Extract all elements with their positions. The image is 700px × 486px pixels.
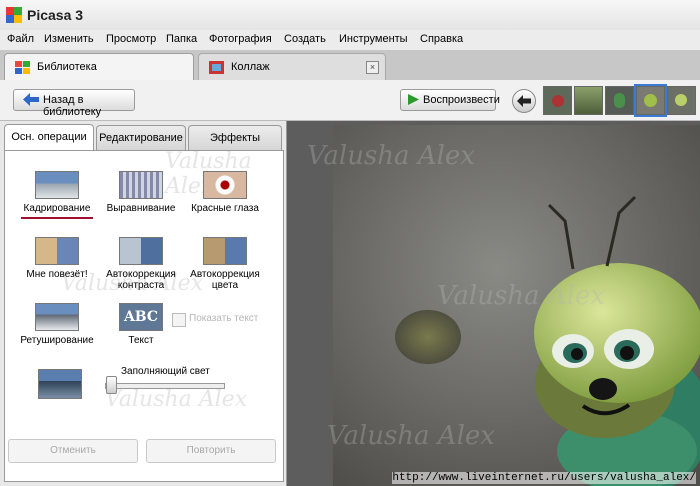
undo-button[interactable]: Отменить — [8, 439, 138, 463]
view-tabs: Библиотека Коллаж × — [0, 50, 700, 81]
menu-view[interactable]: Просмотр — [106, 33, 156, 45]
tab-library[interactable]: Библиотека — [4, 53, 194, 81]
tab-library-label: Библиотека — [37, 61, 97, 73]
straighten-tool[interactable]: Выравнивание — [99, 171, 183, 214]
menu-edit[interactable]: Изменить — [44, 33, 94, 45]
filmstrip-thumbnail[interactable] — [605, 86, 634, 115]
menu-folder[interactable]: Папка — [166, 33, 197, 45]
photo-view[interactable]: Valusha Alex Valusha Alex Valusha Alex h… — [287, 121, 700, 486]
redo-button[interactable]: Повторить — [146, 439, 276, 463]
autocontrast-label: Автокоррекция контраста — [106, 269, 176, 291]
fill-light-slider-thumb[interactable] — [106, 376, 117, 394]
edit-panel: Осн. операции Редактирование Эффекты Val… — [0, 121, 287, 486]
menu-file[interactable]: Файл — [7, 33, 34, 45]
autocolor-label: Автокоррекция цвета — [190, 269, 260, 291]
arrow-left-icon — [517, 95, 531, 107]
lucky-tool[interactable]: Мне повезёт! — [15, 237, 99, 280]
figure-icon — [675, 94, 687, 106]
retouch-label: Ретуширование — [20, 335, 94, 346]
straighten-label: Выравнивание — [106, 203, 176, 214]
previous-photo-button[interactable] — [512, 89, 536, 113]
close-icon[interactable]: × — [366, 61, 379, 74]
library-icon — [15, 61, 30, 74]
lucky-icon — [35, 237, 79, 265]
fill-light-label: Заполняющий свет — [121, 366, 210, 377]
text-label: Текст — [128, 335, 154, 346]
window-title: Picasa 3 — [27, 7, 84, 23]
back-to-library-label: Назад в библиотеку — [43, 94, 102, 118]
tab-tuning[interactable]: Редактирование — [96, 125, 186, 150]
watermark: Valusha Alex — [307, 141, 475, 171]
basic-fixes-body: Valusha Alex Valusha Alex Valusha Alex К… — [4, 149, 284, 482]
show-text-label: Показать текст — [189, 313, 259, 324]
menu-photo[interactable]: Фотография — [209, 33, 272, 45]
menu-bar: Файл Изменить Просмотр Папка Фотография … — [0, 30, 700, 51]
play-button[interactable]: Воспроизвести — [400, 89, 500, 111]
back-to-library-button[interactable]: Назад в библиотеку — [13, 89, 135, 118]
selected-underline — [21, 217, 93, 219]
tab-collage[interactable]: Коллаж × — [198, 53, 386, 81]
autocontrast-tool[interactable]: Автокоррекция контраста — [99, 237, 183, 291]
figure-icon — [614, 93, 625, 108]
picasa-logo-icon — [6, 7, 22, 23]
filmstrip-thumbnail[interactable] — [667, 86, 696, 115]
arrow-left-icon — [23, 93, 39, 106]
title-bar: Picasa 3 — [0, 0, 700, 31]
tab-effects[interactable]: Эффекты — [188, 125, 282, 150]
autocontrast-icon — [119, 237, 163, 265]
text-icon: ABC — [119, 303, 163, 331]
text-tool[interactable]: ABC Текст — [99, 303, 183, 346]
fill-light-slider-track[interactable] — [105, 383, 225, 389]
filmstrip-thumbnail[interactable] — [574, 86, 603, 115]
autocolor-icon — [203, 237, 247, 265]
redeye-label: Красные глаза — [191, 203, 259, 214]
crop-label: Кадрирование — [23, 203, 91, 214]
menu-help[interactable]: Справка — [420, 33, 463, 45]
figure-icon — [644, 94, 657, 107]
straighten-icon — [119, 171, 163, 199]
fill-light-icon — [38, 369, 82, 399]
retouch-icon — [35, 303, 79, 331]
filmstrip-thumbnail[interactable] — [543, 86, 572, 115]
red-eye-icon — [203, 171, 247, 199]
watermark: Valusha Alex — [437, 281, 605, 311]
collage-icon — [209, 61, 224, 74]
watermark: Valusha Alex — [327, 421, 495, 451]
filmstrip-thumbnail-selected[interactable] — [634, 84, 667, 117]
watermark: Valusha Alex — [105, 387, 248, 412]
play-label: Воспроизвести — [423, 94, 500, 106]
tab-basic-fixes[interactable]: Осн. операции — [4, 124, 94, 151]
toolbar: Назад в библиотеку Воспроизвести — [0, 80, 700, 121]
lucky-label: Мне повезёт! — [26, 269, 88, 280]
ladybug-figure — [552, 95, 564, 107]
menu-create[interactable]: Создать — [284, 33, 326, 45]
source-url: http://www.liveinternet.ru/users/valusha… — [392, 472, 696, 484]
tab-collage-label: Коллаж — [231, 61, 270, 73]
crop-icon — [35, 171, 79, 199]
redeye-tool[interactable]: Красные глаза — [183, 171, 267, 214]
show-text-checkbox[interactable] — [172, 313, 186, 327]
play-icon — [408, 94, 419, 105]
menu-tools[interactable]: Инструменты — [339, 33, 408, 45]
autocolor-tool[interactable]: Автокоррекция цвета — [183, 237, 267, 291]
crop-tool[interactable]: Кадрирование — [15, 171, 99, 219]
retouch-tool[interactable]: Ретуширование — [15, 303, 99, 346]
